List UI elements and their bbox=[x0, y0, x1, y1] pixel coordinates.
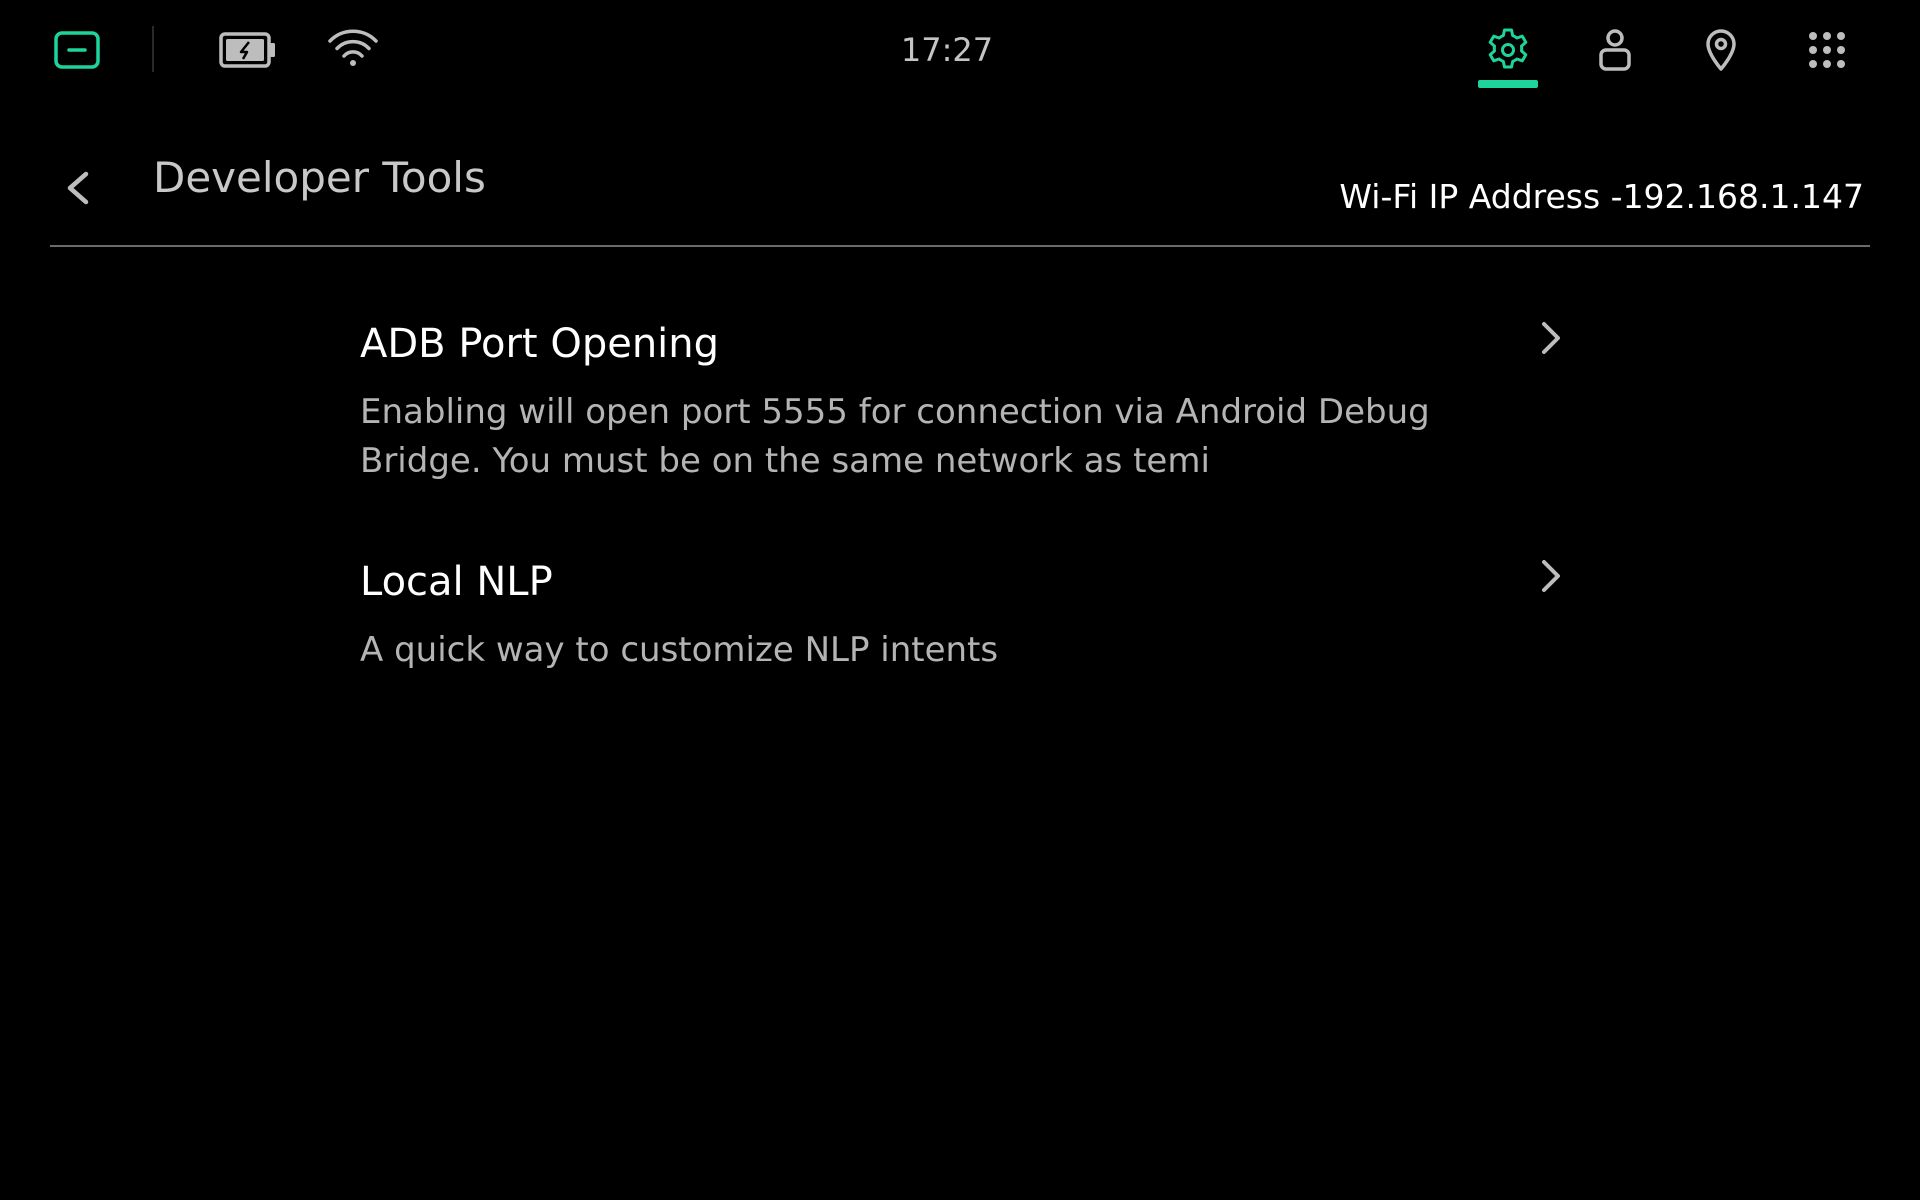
chevron-right-icon bbox=[1530, 552, 1570, 600]
list-item-title: ADB Port Opening bbox=[360, 321, 720, 367]
header-divider bbox=[50, 245, 1870, 247]
chevron-left-icon bbox=[67, 171, 89, 205]
list-item-title: Local NLP bbox=[360, 559, 553, 605]
active-tab-indicator bbox=[1478, 80, 1538, 88]
list-item-local-nlp[interactable]: Local NLP A quick way to customize NLP i… bbox=[360, 538, 1570, 738]
settings-icon[interactable] bbox=[1484, 26, 1532, 74]
page-header: Developer Tools Wi-Fi IP Address -192.16… bbox=[0, 110, 1920, 248]
developer-tools-list: ADB Port Opening Enabling will open port… bbox=[360, 300, 1570, 738]
status-bar: 17:27 bbox=[0, 0, 1920, 100]
list-item-description: Enabling will open port 5555 for connect… bbox=[360, 392, 1430, 481]
list-item-adb-port-opening[interactable]: ADB Port Opening Enabling will open port… bbox=[360, 300, 1570, 538]
wifi-ip-address: Wi-Fi IP Address -192.168.1.147 bbox=[1339, 177, 1864, 216]
list-item-description: A quick way to customize NLP intents bbox=[360, 630, 999, 670]
chevron-right-icon bbox=[1530, 314, 1570, 362]
user-icon[interactable] bbox=[1598, 28, 1632, 72]
back-button[interactable] bbox=[54, 156, 102, 220]
location-icon[interactable] bbox=[1705, 28, 1737, 72]
developer-tools-screen: 17:27 Developer Tools Wi-Fi IP Address -… bbox=[0, 0, 1920, 1200]
page-title: Developer Tools bbox=[153, 153, 486, 202]
apps-icon[interactable] bbox=[1807, 30, 1847, 70]
